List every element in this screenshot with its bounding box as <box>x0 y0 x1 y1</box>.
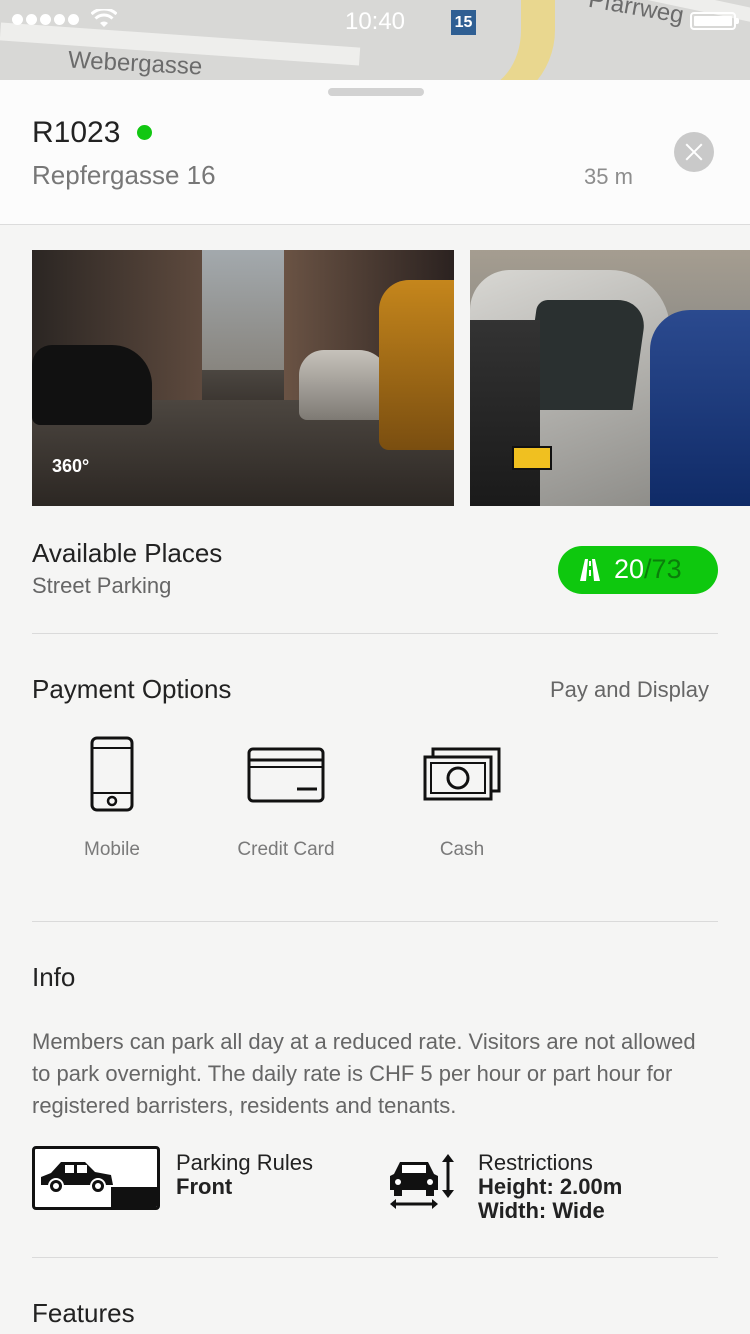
photo-parking-meter[interactable] <box>470 250 750 506</box>
photo-360[interactable]: 360° <box>32 250 454 506</box>
spot-distance: 35 m <box>584 164 633 189</box>
parking-rules-value: Front <box>176 1174 233 1199</box>
vehicle-dimensions-icon <box>390 1154 454 1209</box>
360-badge: 360° <box>52 456 90 476</box>
close-button[interactable] <box>674 132 714 172</box>
photo-car <box>32 345 152 425</box>
available-places-title: Available Places <box>32 538 223 568</box>
info-title: Info <box>32 962 76 992</box>
parking-type: Street Parking <box>32 573 172 598</box>
drag-handle[interactable] <box>328 88 424 96</box>
payment-option-cash[interactable]: Cash <box>392 735 532 860</box>
mobile-phone-icon <box>90 736 134 812</box>
photo-sky <box>202 250 284 370</box>
restrictions-title: Restrictions <box>478 1150 593 1175</box>
road-icon <box>580 559 600 581</box>
parking-detail-sheet: R1023 Repfergasse 16 35 m 360° Available… <box>0 80 750 1334</box>
photo-car <box>299 350 389 420</box>
photo-sticker <box>512 446 552 470</box>
payment-method: Pay and Display <box>550 677 709 702</box>
payment-option-label: Cash <box>439 839 485 860</box>
payment-option-credit-card[interactable]: Credit Card <box>216 735 356 860</box>
status-time: 10:40 <box>344 8 406 35</box>
total-count: /73 <box>644 554 682 584</box>
restriction-height: Height: 2.00m <box>478 1174 623 1199</box>
payment-option-label: Credit Card <box>237 839 335 860</box>
parking-rules-title: Parking Rules <box>176 1150 313 1175</box>
online-status-dot <box>137 125 152 140</box>
availability-badge: 20/73 <box>558 546 718 594</box>
photo-meter <box>470 320 540 506</box>
front-parking-icon <box>32 1146 160 1210</box>
spot-id: R1023 <box>32 116 121 149</box>
car-side-icon <box>41 1162 113 1194</box>
info-text: Members can park all day at a reduced ra… <box>32 1029 696 1118</box>
battery-icon <box>690 12 739 30</box>
cash-icon <box>423 747 501 801</box>
divider <box>32 633 718 634</box>
divider <box>32 1257 718 1258</box>
photo-car <box>650 310 750 506</box>
photo-car <box>379 280 454 450</box>
photo-car-window <box>522 300 648 410</box>
status-bar: 10:40 <box>0 0 750 40</box>
map-street-label: Webergasse <box>67 46 203 81</box>
payment-option-label: Mobile <box>84 839 140 860</box>
ground-marker <box>111 1187 157 1207</box>
payment-options-title: Payment Options <box>32 674 232 704</box>
payment-option-mobile[interactable]: Mobile <box>42 735 182 860</box>
available-count: 20 <box>614 554 645 584</box>
features-title: Features <box>32 1298 135 1328</box>
credit-card-icon <box>247 747 325 803</box>
divider <box>32 921 718 922</box>
sheet-header: R1023 Repfergasse 16 35 m <box>0 80 750 225</box>
availability-count: 20/73 <box>614 554 682 585</box>
spot-address: Repfergasse 16 <box>32 160 216 190</box>
restriction-width: Width: Wide <box>478 1198 605 1223</box>
